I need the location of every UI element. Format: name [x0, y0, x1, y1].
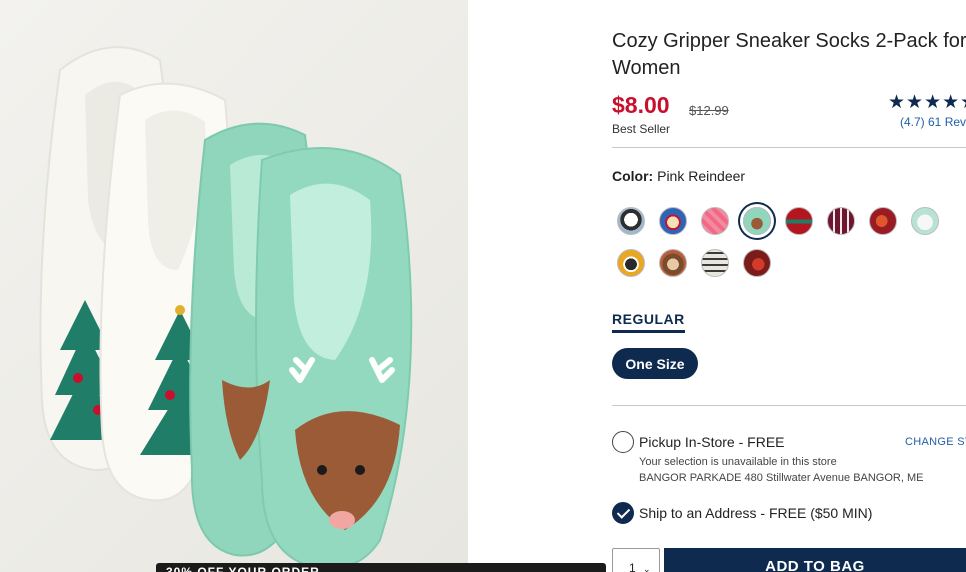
- pickup-label[interactable]: Pickup In-Store - FREE: [639, 434, 785, 450]
- size-one-size-button[interactable]: One Size: [612, 348, 698, 379]
- swatch-sloth[interactable]: [659, 249, 687, 277]
- ship-label[interactable]: Ship to an Address - FREE ($50 MIN): [639, 505, 872, 521]
- ship-radio[interactable]: [612, 502, 634, 524]
- product-image[interactable]: [0, 0, 468, 572]
- swatch-burgundy-pattern[interactable]: [827, 207, 855, 235]
- pickup-radio[interactable]: [612, 431, 634, 453]
- original-price: $12.99: [689, 103, 729, 118]
- store-address: BANGOR PARKADE 480 Stillwater Avenue BAN…: [639, 472, 924, 484]
- swatch-yellow-cat[interactable]: [617, 249, 645, 277]
- quantity-value: 1: [629, 561, 636, 572]
- promo-banner[interactable]: 30% OFF YOUR ORDER: [156, 563, 606, 572]
- color-value: Pink Reindeer: [657, 168, 746, 184]
- divider: [612, 147, 966, 148]
- divider: [612, 405, 966, 406]
- socks-illustration: [39, 46, 413, 570]
- swatch-snowman-blue[interactable]: [659, 207, 687, 235]
- rating-summary[interactable]: ★★★★★ (4.7) 61 Reviews: [888, 93, 966, 131]
- swatch-heart[interactable]: [743, 249, 771, 277]
- reviews-link[interactable]: (4.7) 61 Reviews: [900, 115, 966, 129]
- tab-regular-fit[interactable]: REGULAR: [612, 311, 685, 333]
- swatch-red-fairisle[interactable]: [785, 207, 813, 235]
- swatch-pink-pattern[interactable]: [701, 207, 729, 235]
- best-seller-label: Best Seller: [612, 122, 671, 136]
- change-store-link[interactable]: CHANGE STORE: [905, 436, 966, 448]
- swatch-mint-reindeer[interactable]: [743, 207, 771, 235]
- swatch-red-fox[interactable]: [869, 207, 897, 235]
- swatch-white-bunny[interactable]: [911, 207, 939, 235]
- add-to-bag-button[interactable]: ADD TO BAG: [664, 548, 966, 572]
- pickup-unavailable-note: Your selection is unavailable in this st…: [639, 456, 837, 468]
- color-label: Color:: [612, 168, 654, 184]
- quantity-select[interactable]: 1 ⌄: [612, 548, 660, 572]
- product-title: Cozy Gripper Sneaker Socks 2-Pack for Wo…: [612, 30, 966, 79]
- star-rating-icon: ★★★★★: [888, 92, 966, 113]
- chevron-down-icon: ⌄: [643, 564, 651, 572]
- color-selection: Color: Pink Reindeer: [612, 168, 745, 184]
- swatch-star-stripe[interactable]: [701, 249, 729, 277]
- swatch-penguin[interactable]: [617, 207, 645, 235]
- sale-price: $8.00: [612, 92, 670, 118]
